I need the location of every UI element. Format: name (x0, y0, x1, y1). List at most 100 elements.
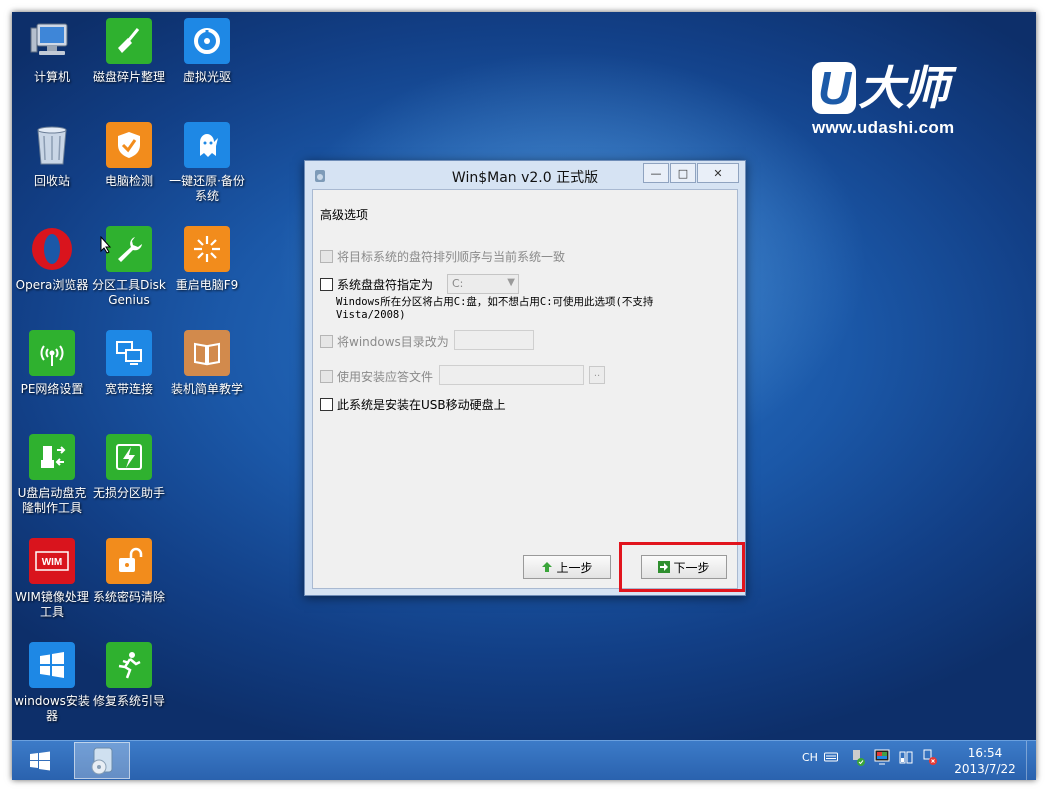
unlock-icon (106, 538, 152, 584)
desktop-icon-password-clear[interactable]: 系统密码清除 (89, 538, 169, 605)
book-icon (184, 330, 230, 376)
usb-icon (29, 434, 75, 480)
keyboard-icon[interactable] (824, 751, 838, 766)
desktop-icon-windows-installer[interactable]: windows安装器 (12, 642, 92, 724)
assign-note-line2: Vista/2008) (336, 309, 406, 321)
runner-icon (106, 642, 152, 688)
broom-icon (106, 18, 152, 64)
disc-icon (184, 18, 230, 64)
assign-letter-checkbox[interactable] (320, 278, 333, 291)
udashi-logo: U 大师 www.udashi.com (812, 62, 982, 138)
rename-windows-label: 将windows目录改为 (337, 335, 449, 349)
browse-button: .. (589, 366, 605, 384)
mouse-cursor-icon (100, 235, 112, 258)
desktop-icon-label: U盘启动盘克隆制作工具 (17, 486, 87, 515)
answer-file-input (439, 365, 584, 385)
desktop-icon-virtual-drive[interactable]: 虚拟光驱 (167, 18, 247, 85)
rename-windows-input (454, 330, 534, 350)
option-usb[interactable]: 此系统是安装在USB移动硬盘上 (320, 396, 506, 413)
desktop-icon-label: 电脑检测 (104, 174, 153, 188)
desktop-icon-tutorial[interactable]: 装机简单教学 (167, 330, 247, 397)
drive-select-value: C: (452, 277, 464, 290)
desktop-icon-pe-network[interactable]: PE网络设置 (12, 330, 92, 397)
desktop-icon-label: 磁盘碎片整理 (92, 70, 165, 84)
show-desktop-button[interactable] (1026, 741, 1036, 780)
taskbar: CH 16:54 2013/7/22 (12, 740, 1036, 780)
power-icon[interactable] (898, 749, 914, 768)
usb-checkbox[interactable] (320, 398, 333, 411)
opera-icon (29, 226, 75, 272)
windows-icon (29, 642, 75, 688)
desktop: U 大师 www.udashi.com 计算机 回收站 Opera浏览器 PE网络… (12, 12, 1036, 780)
maximize-icon: □ (677, 166, 689, 180)
desktop-icon-ghost[interactable]: 一键还原·备份系统 (167, 122, 247, 204)
option-rename-windows: 将windows目录改为 (320, 333, 449, 350)
winsman-dialog: Win$Man v2.0 正式版 — □ ✕ 高级选项 将目标系统的盘符排列顺序… (304, 160, 746, 596)
desktop-icon-broadband[interactable]: 宽带连接 (89, 330, 169, 397)
dialog-titlebar[interactable]: Win$Man v2.0 正式版 — □ ✕ (305, 161, 745, 189)
wrench-icon (106, 226, 152, 272)
close-icon: ✕ (713, 166, 723, 180)
logo-url: www.udashi.com (812, 118, 955, 137)
drive-letter-select: C: ▼ (447, 274, 519, 294)
desktop-icon-wim[interactable]: WIM WIM镜像处理工具 (12, 538, 92, 620)
desktop-icon-label: 无损分区助手 (92, 486, 165, 500)
start-button[interactable] (18, 744, 62, 778)
monitors-icon (106, 330, 152, 376)
svg-text:WIM: WIM (42, 557, 63, 568)
windows-start-icon (30, 751, 50, 771)
rename-windows-checkbox (320, 335, 333, 348)
desktop-icon-repair-boot[interactable]: 修复系统引导 (89, 642, 169, 709)
desktop-icon-label: 重启电脑F9 (175, 278, 239, 292)
assign-note-line1: Windows所在分区将占用C:盘，如不想占用C:可使用此选项(不支持 (336, 296, 654, 308)
desktop-icon-label: 宽带连接 (104, 382, 153, 396)
assign-letter-label: 系统盘盘符指定为 (337, 278, 434, 292)
desktop-icon-label: 分区工具DiskGenius (92, 278, 166, 307)
shield-check-icon (106, 122, 152, 168)
display-icon[interactable] (874, 749, 890, 768)
assign-note: Windows所在分区将占用C:盘，如不想占用C:可使用此选项(不支持 Vist… (336, 296, 653, 322)
desktop-icon-computer[interactable]: 计算机 (12, 18, 92, 85)
minimize-button[interactable]: — (643, 163, 669, 183)
bolt-icon (106, 434, 152, 480)
logo-mark-text: 大师 (858, 62, 949, 114)
arrow-up-icon (541, 561, 553, 573)
logo-mark-u: U (812, 62, 857, 114)
desktop-icon-restart[interactable]: 重启电脑F9 (167, 226, 247, 293)
section-label: 高级选项 (320, 208, 369, 222)
desktop-icon-label: WIM镜像处理工具 (15, 590, 89, 619)
desktop-icon-opera[interactable]: Opera浏览器 (12, 226, 92, 293)
desktop-icon-recycle-bin[interactable]: 回收站 (12, 122, 92, 189)
desktop-icon-label: 系统密码清除 (92, 590, 165, 604)
option-answer-file: 使用安装应答文件 (320, 368, 433, 385)
close-button[interactable]: ✕ (697, 163, 739, 183)
clock-time: 16:54 (967, 746, 1003, 760)
wireless-icon (29, 330, 75, 376)
keep-order-checkbox (320, 250, 333, 263)
dialog-client: 高级选项 将目标系统的盘符排列顺序与当前系统一致 系统盘盘符指定为 C: ▼ W… (312, 189, 738, 589)
network-disconnected-icon[interactable] (922, 749, 938, 768)
clock[interactable]: 16:54 2013/7/22 (950, 745, 1020, 777)
desktop-icon-label: windows安装器 (14, 694, 90, 723)
prev-button[interactable]: 上一步 (523, 555, 611, 579)
desktop-icon-pc-check[interactable]: 电脑检测 (89, 122, 169, 189)
recycle-bin-icon (29, 122, 75, 168)
usb-label: 此系统是安装在USB移动硬盘上 (337, 398, 506, 412)
desktop-icon-label: 装机简单教学 (170, 382, 243, 396)
maximize-button[interactable]: □ (670, 163, 696, 183)
language-indicator[interactable]: CH (802, 751, 818, 764)
desktop-icon-label: 回收站 (33, 174, 70, 188)
prev-label: 上一步 (556, 560, 593, 575)
desktop-icon-defrag[interactable]: 磁盘碎片整理 (89, 18, 169, 85)
desktop-icon-label: 计算机 (33, 70, 70, 84)
answer-file-label: 使用安装应答文件 (337, 370, 434, 384)
answer-file-checkbox (320, 370, 333, 383)
next-button-highlight (619, 542, 745, 592)
desktop-icon-usb-tool[interactable]: U盘启动盘克隆制作工具 (12, 434, 92, 516)
usb-eject-icon[interactable] (850, 749, 866, 770)
desktop-icon-partition-assistant[interactable]: 无损分区助手 (89, 434, 169, 501)
keep-order-label: 将目标系统的盘符排列顺序与当前系统一致 (337, 250, 566, 264)
option-assign-letter[interactable]: 系统盘盘符指定为 (320, 276, 433, 293)
desktop-icon-label: 一键还原·备份系统 (169, 174, 245, 203)
taskbar-winsman-app[interactable] (74, 742, 130, 779)
